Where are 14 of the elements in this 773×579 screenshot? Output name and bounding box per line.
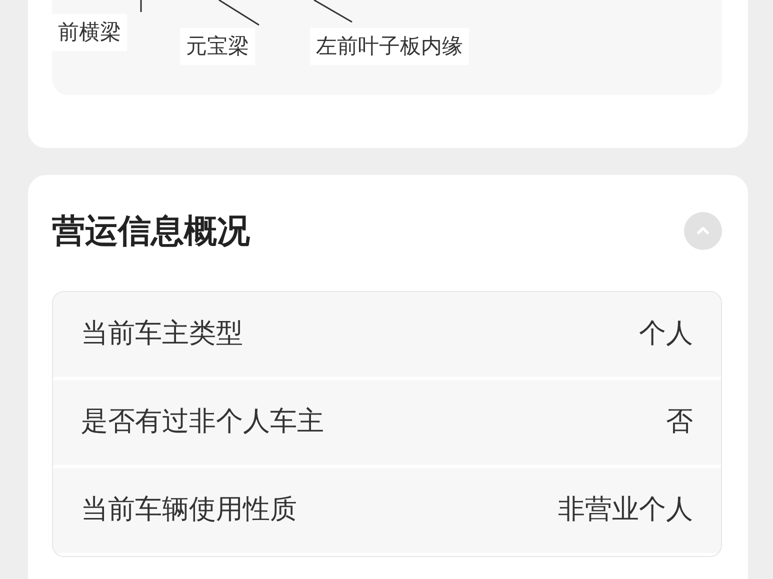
row-label: 是否有过非个人车主 bbox=[81, 404, 324, 439]
part-label: 前横梁 bbox=[52, 14, 127, 52]
row-value: 个人 bbox=[639, 316, 693, 351]
row-label: 当前车辆使用性质 bbox=[81, 492, 297, 527]
leader-line bbox=[218, 0, 260, 26]
leader-line bbox=[314, 0, 352, 23]
row-value: 否 bbox=[666, 404, 693, 439]
section-title: 营运信息概况 bbox=[52, 211, 250, 251]
row-value: 非营业个人 bbox=[558, 492, 693, 527]
part-label: 左前叶子板内缘 bbox=[310, 28, 469, 66]
row-label: 当前车主类型 bbox=[81, 316, 243, 351]
leader-line bbox=[140, 0, 142, 12]
collapse-button[interactable] bbox=[684, 212, 722, 250]
part-label: 元宝梁 bbox=[180, 28, 255, 66]
